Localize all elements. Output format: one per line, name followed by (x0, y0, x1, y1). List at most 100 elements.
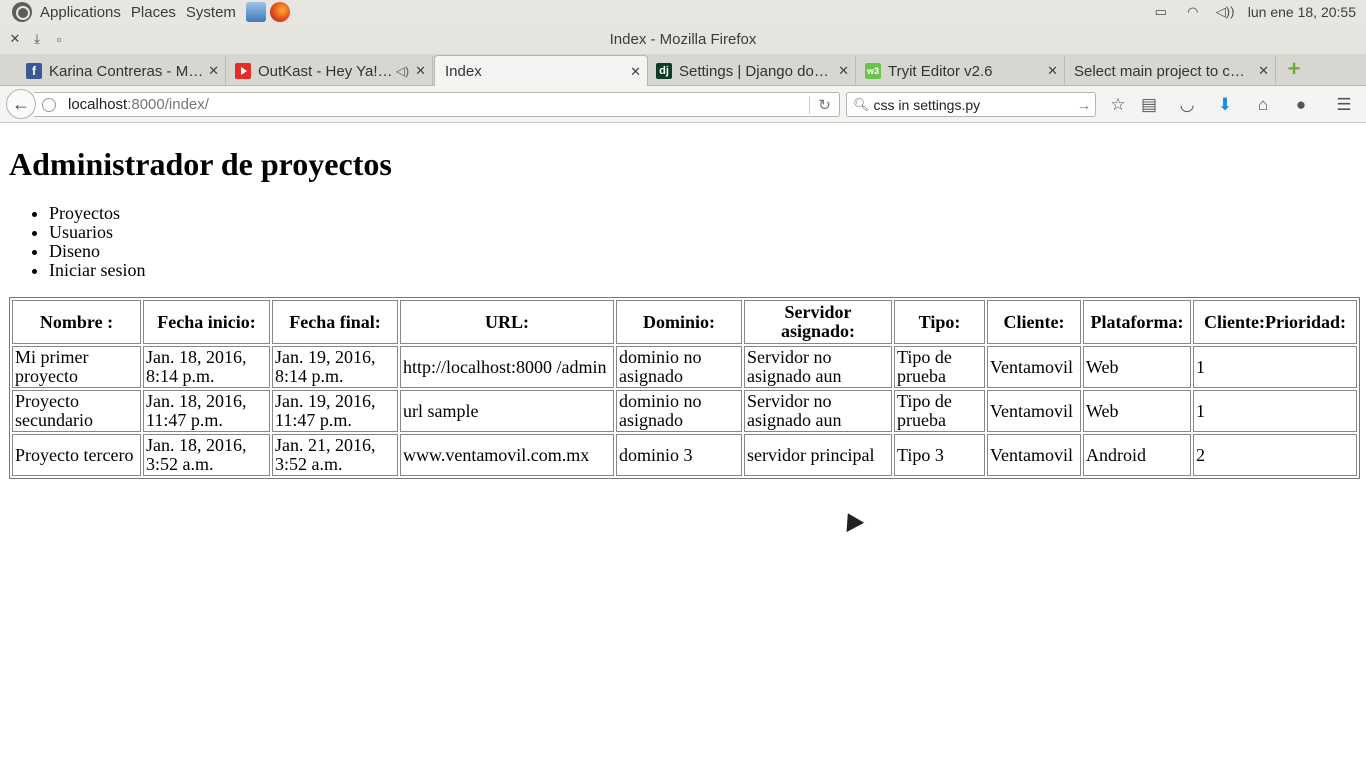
projects-table: Nombre : Fecha inicio: Fecha final: URL:… (9, 297, 1360, 479)
cell-tipo: Tipo de prueba (894, 346, 985, 388)
back-arrow-icon: ← (12, 94, 30, 114)
tab-close-icon[interactable]: ✕ (1258, 63, 1269, 79)
system-top-panel: Applications Places System ▭ ◠ ◁)) lun e… (0, 0, 1366, 24)
facebook-icon: f (26, 63, 42, 79)
site-identity-icon[interactable] (42, 97, 56, 112)
places-menu[interactable]: Places (131, 4, 176, 21)
cell-fecha-inicio: Jan. 18, 2016, 3:52 a.m. (143, 434, 270, 476)
tab-select-main-project[interactable]: Select main project to c… ✕ (1066, 56, 1276, 86)
w3schools-icon: w3 (865, 63, 881, 79)
cell-fecha-inicio: Jan. 18, 2016, 8:14 p.m. (143, 346, 270, 388)
table-row: Proyecto tercero Jan. 18, 2016, 3:52 a.m… (12, 434, 1357, 476)
wifi-icon[interactable]: ◠ (1184, 5, 1202, 19)
home-icon[interactable]: ⌂ (1252, 94, 1274, 116)
cell-plataforma: Web (1083, 346, 1191, 388)
cell-url: http://localhost:8000 /admin (400, 346, 614, 388)
applications-menu[interactable]: Applications (40, 4, 121, 21)
search-icon: 🔍︎ (853, 96, 870, 112)
search-value: css in settings.py (873, 96, 981, 113)
cell-servidor: Servidor no asignado aun (744, 390, 892, 432)
cell-fecha-final: Jan. 19, 2016, 8:14 p.m. (272, 346, 398, 388)
window-title: Index - Mozilla Firefox (609, 30, 757, 48)
column-header-plataforma: Plataforma: (1083, 300, 1191, 344)
window-title-bar: ✕ ⤓ ▫ Index - Mozilla Firefox (0, 24, 1366, 54)
url-host: localhost (68, 96, 128, 113)
tab-label: Settings | Django do… (679, 62, 829, 80)
nav-link-iniciar-sesion[interactable]: Iniciar sesion (49, 261, 145, 280)
hamburger-menu-icon[interactable]: ☰ (1333, 94, 1355, 116)
tab-facebook[interactable]: f Karina Contreras - M… ✕ (18, 56, 226, 86)
table-row: Mi primer proyecto Jan. 18, 2016, 8:14 p… (12, 346, 1357, 388)
cell-plataforma: Android (1083, 434, 1191, 476)
reload-icon[interactable]: ↻ (809, 95, 839, 114)
bookmarks-list-icon[interactable]: ▤ (1138, 94, 1160, 116)
battery-icon[interactable]: ▭ (1152, 5, 1170, 19)
column-header-fecha-inicio: Fecha inicio: (143, 300, 270, 344)
nav-link-proyectos[interactable]: Proyectos (49, 204, 145, 223)
back-button[interactable]: ← (6, 89, 36, 119)
cell-prioridad: 2 (1193, 434, 1357, 476)
bookmark-star-icon[interactable]: ☆ (1107, 94, 1129, 116)
ubuntu-logo-icon[interactable] (12, 2, 32, 22)
cell-servidor: servidor principal (744, 434, 892, 476)
firefox-launcher-icon[interactable] (269, 2, 290, 22)
tab-youtube[interactable]: OutKast - Hey Ya!… ◁) ✕ (227, 56, 433, 86)
maximize-window-icon[interactable]: ▫ (48, 32, 70, 47)
cell-prioridad: 1 (1193, 390, 1357, 432)
column-header-fecha-final: Fecha final: (272, 300, 398, 344)
cell-url: url sample (400, 390, 614, 432)
tab-strip: f Karina Contreras - M… ✕ OutKast - Hey … (0, 54, 1366, 87)
cell-plataforma: Web (1083, 390, 1191, 432)
nav-link-list: Proyectos Usuarios Diseno Iniciar sesion (9, 204, 145, 280)
nav-link-usuarios[interactable]: Usuarios (49, 223, 145, 242)
navigation-toolbar: localhost:8000/index/ ↻ ← 🔍︎ css in sett… (0, 86, 1366, 123)
nav-link-diseno[interactable]: Diseno (49, 242, 145, 261)
url-bar[interactable]: localhost:8000/index/ ↻ (34, 92, 840, 117)
cell-cliente: Ventamovil (987, 390, 1081, 432)
tab-label: Tryit Editor v2.6 (888, 62, 993, 80)
tab-close-icon[interactable]: ✕ (208, 63, 219, 79)
cell-nombre: Mi primer proyecto (12, 346, 141, 388)
cell-servidor: Servidor no asignado aun (744, 346, 892, 388)
tab-index[interactable]: Index ✕ (434, 55, 648, 87)
system-menu[interactable]: System (186, 4, 236, 21)
volume-icon[interactable]: ◁)) (1216, 5, 1235, 19)
cell-dominio: dominio no asignado (616, 346, 742, 388)
tab-close-icon[interactable]: ✕ (415, 63, 426, 79)
chat-bubble-icon[interactable]: ● (1290, 94, 1312, 116)
column-header-url: URL: (400, 300, 614, 344)
cell-dominio: dominio 3 (616, 434, 742, 476)
new-tab-plus-icon[interactable]: + (1285, 58, 1303, 80)
tab-tryit-editor[interactable]: w3 Tryit Editor v2.6 ✕ (857, 56, 1065, 86)
audio-playing-icon[interactable]: ◁) (396, 64, 409, 78)
cell-tipo: Tipo 3 (894, 434, 985, 476)
cell-cliente: Ventamovil (987, 434, 1081, 476)
table-header-row: Nombre : Fecha inicio: Fecha final: URL:… (12, 300, 1357, 344)
download-arrow-icon[interactable]: ⬇ (1214, 94, 1236, 116)
close-window-icon[interactable]: ✕ (4, 31, 26, 47)
url-path: :8000/index/ (127, 96, 209, 113)
pocket-icon[interactable]: ◡ (1176, 94, 1198, 116)
cell-url: www.ventamovil.com.mx (400, 434, 614, 476)
network-app-launcher-icon[interactable] (245, 2, 266, 22)
cell-fecha-final: Jan. 19, 2016, 11:47 p.m. (272, 390, 398, 432)
column-header-dominio: Dominio: (616, 300, 742, 344)
tab-label: Karina Contreras - M… (49, 62, 203, 80)
tab-close-icon[interactable]: ✕ (838, 63, 849, 79)
clock[interactable]: lun ene 18, 20:55 (1248, 4, 1356, 20)
column-header-nombre: Nombre : (12, 300, 141, 344)
tab-close-icon[interactable]: ✕ (1047, 63, 1058, 79)
column-header-cliente: Cliente: (987, 300, 1081, 344)
cell-prioridad: 1 (1193, 346, 1357, 388)
tab-label: Index (445, 63, 482, 80)
column-header-servidor-asignado: Servidor asignado: (744, 300, 892, 344)
tab-django-settings[interactable]: dj Settings | Django do… ✕ (648, 56, 856, 86)
minimize-window-icon[interactable]: ⤓ (26, 31, 48, 47)
search-go-arrow-icon[interactable]: → (1077, 97, 1091, 113)
mouse-pointer-icon (839, 508, 865, 533)
youtube-icon (235, 63, 251, 79)
tab-label: OutKast - Hey Ya!… (258, 62, 392, 80)
tab-close-icon[interactable]: ✕ (630, 64, 641, 80)
cell-fecha-final: Jan. 21, 2016, 3:52 a.m. (272, 434, 398, 476)
search-input[interactable]: 🔍︎ css in settings.py → (846, 92, 1096, 117)
